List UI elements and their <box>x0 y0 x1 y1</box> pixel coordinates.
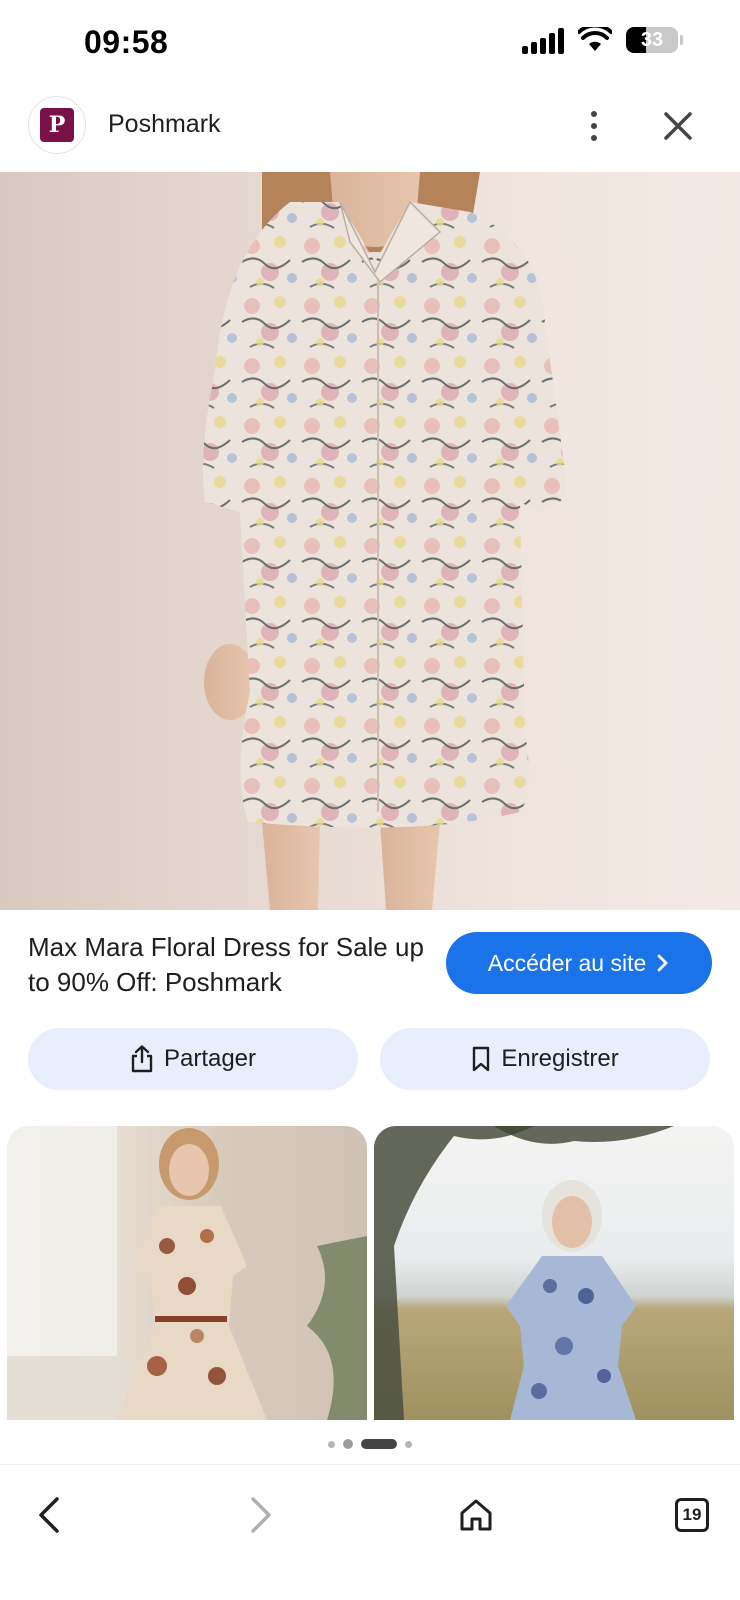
share-label: Partager <box>163 1045 257 1072</box>
related-image-beige-illustration <box>7 1126 367 1420</box>
back-button[interactable] <box>18 1485 78 1545</box>
poshmark-logo-icon[interactable]: P <box>28 96 86 154</box>
visit-site-button[interactable]: Accéder au site <box>446 932 712 994</box>
close-icon[interactable] <box>656 104 700 148</box>
cellular-signal-icon <box>522 26 564 54</box>
battery-percent: 33 <box>640 28 664 51</box>
share-button[interactable]: Partager <box>28 1028 358 1090</box>
more-options-button[interactable] <box>574 102 614 150</box>
share-icon <box>131 1045 153 1073</box>
result-title[interactable]: Max Mara Floral Dress for Sale up to 90%… <box>28 930 428 1000</box>
site-name[interactable]: Poshmark <box>108 110 221 139</box>
chevron-right-icon <box>657 954 668 972</box>
pager-dot <box>405 1440 412 1448</box>
battery-icon: 33 <box>626 27 683 53</box>
tab-count: 19 <box>682 1505 702 1524</box>
image-pager <box>0 1436 740 1452</box>
pager-dot-active <box>361 1439 397 1449</box>
status-icons: 33 <box>522 26 683 54</box>
related-image-floral-dress-beige[interactable] <box>7 1126 367 1420</box>
floral-shirt-dress-illustration <box>202 172 568 910</box>
back-arrow-icon <box>39 1497 59 1533</box>
forward-button[interactable] <box>232 1485 292 1545</box>
product-image[interactable] <box>0 172 740 910</box>
save-button[interactable]: Enregistrer <box>380 1028 710 1090</box>
pager-dot <box>343 1439 353 1449</box>
home-button[interactable] <box>446 1485 506 1545</box>
pager-dot <box>328 1440 335 1448</box>
visit-site-label: Accéder au site <box>487 949 647 976</box>
status-time: 09:58 <box>84 24 169 60</box>
result-header: P Poshmark <box>0 88 740 172</box>
home-icon <box>460 1499 492 1531</box>
bottom-navigation: 19 <box>0 1464 740 1600</box>
related-image-floral-dress-blue[interactable] <box>374 1126 734 1420</box>
wifi-icon <box>578 27 612 51</box>
related-image-blue-illustration <box>374 1126 674 1420</box>
forward-arrow-icon <box>251 1497 271 1533</box>
status-bar: 09:58 33 <box>0 0 740 88</box>
bookmark-icon <box>473 1046 490 1072</box>
tabs-button[interactable]: 19 <box>662 1485 722 1545</box>
tabs-icon: 19 <box>675 1498 709 1532</box>
save-label: Enregistrer <box>501 1045 619 1072</box>
